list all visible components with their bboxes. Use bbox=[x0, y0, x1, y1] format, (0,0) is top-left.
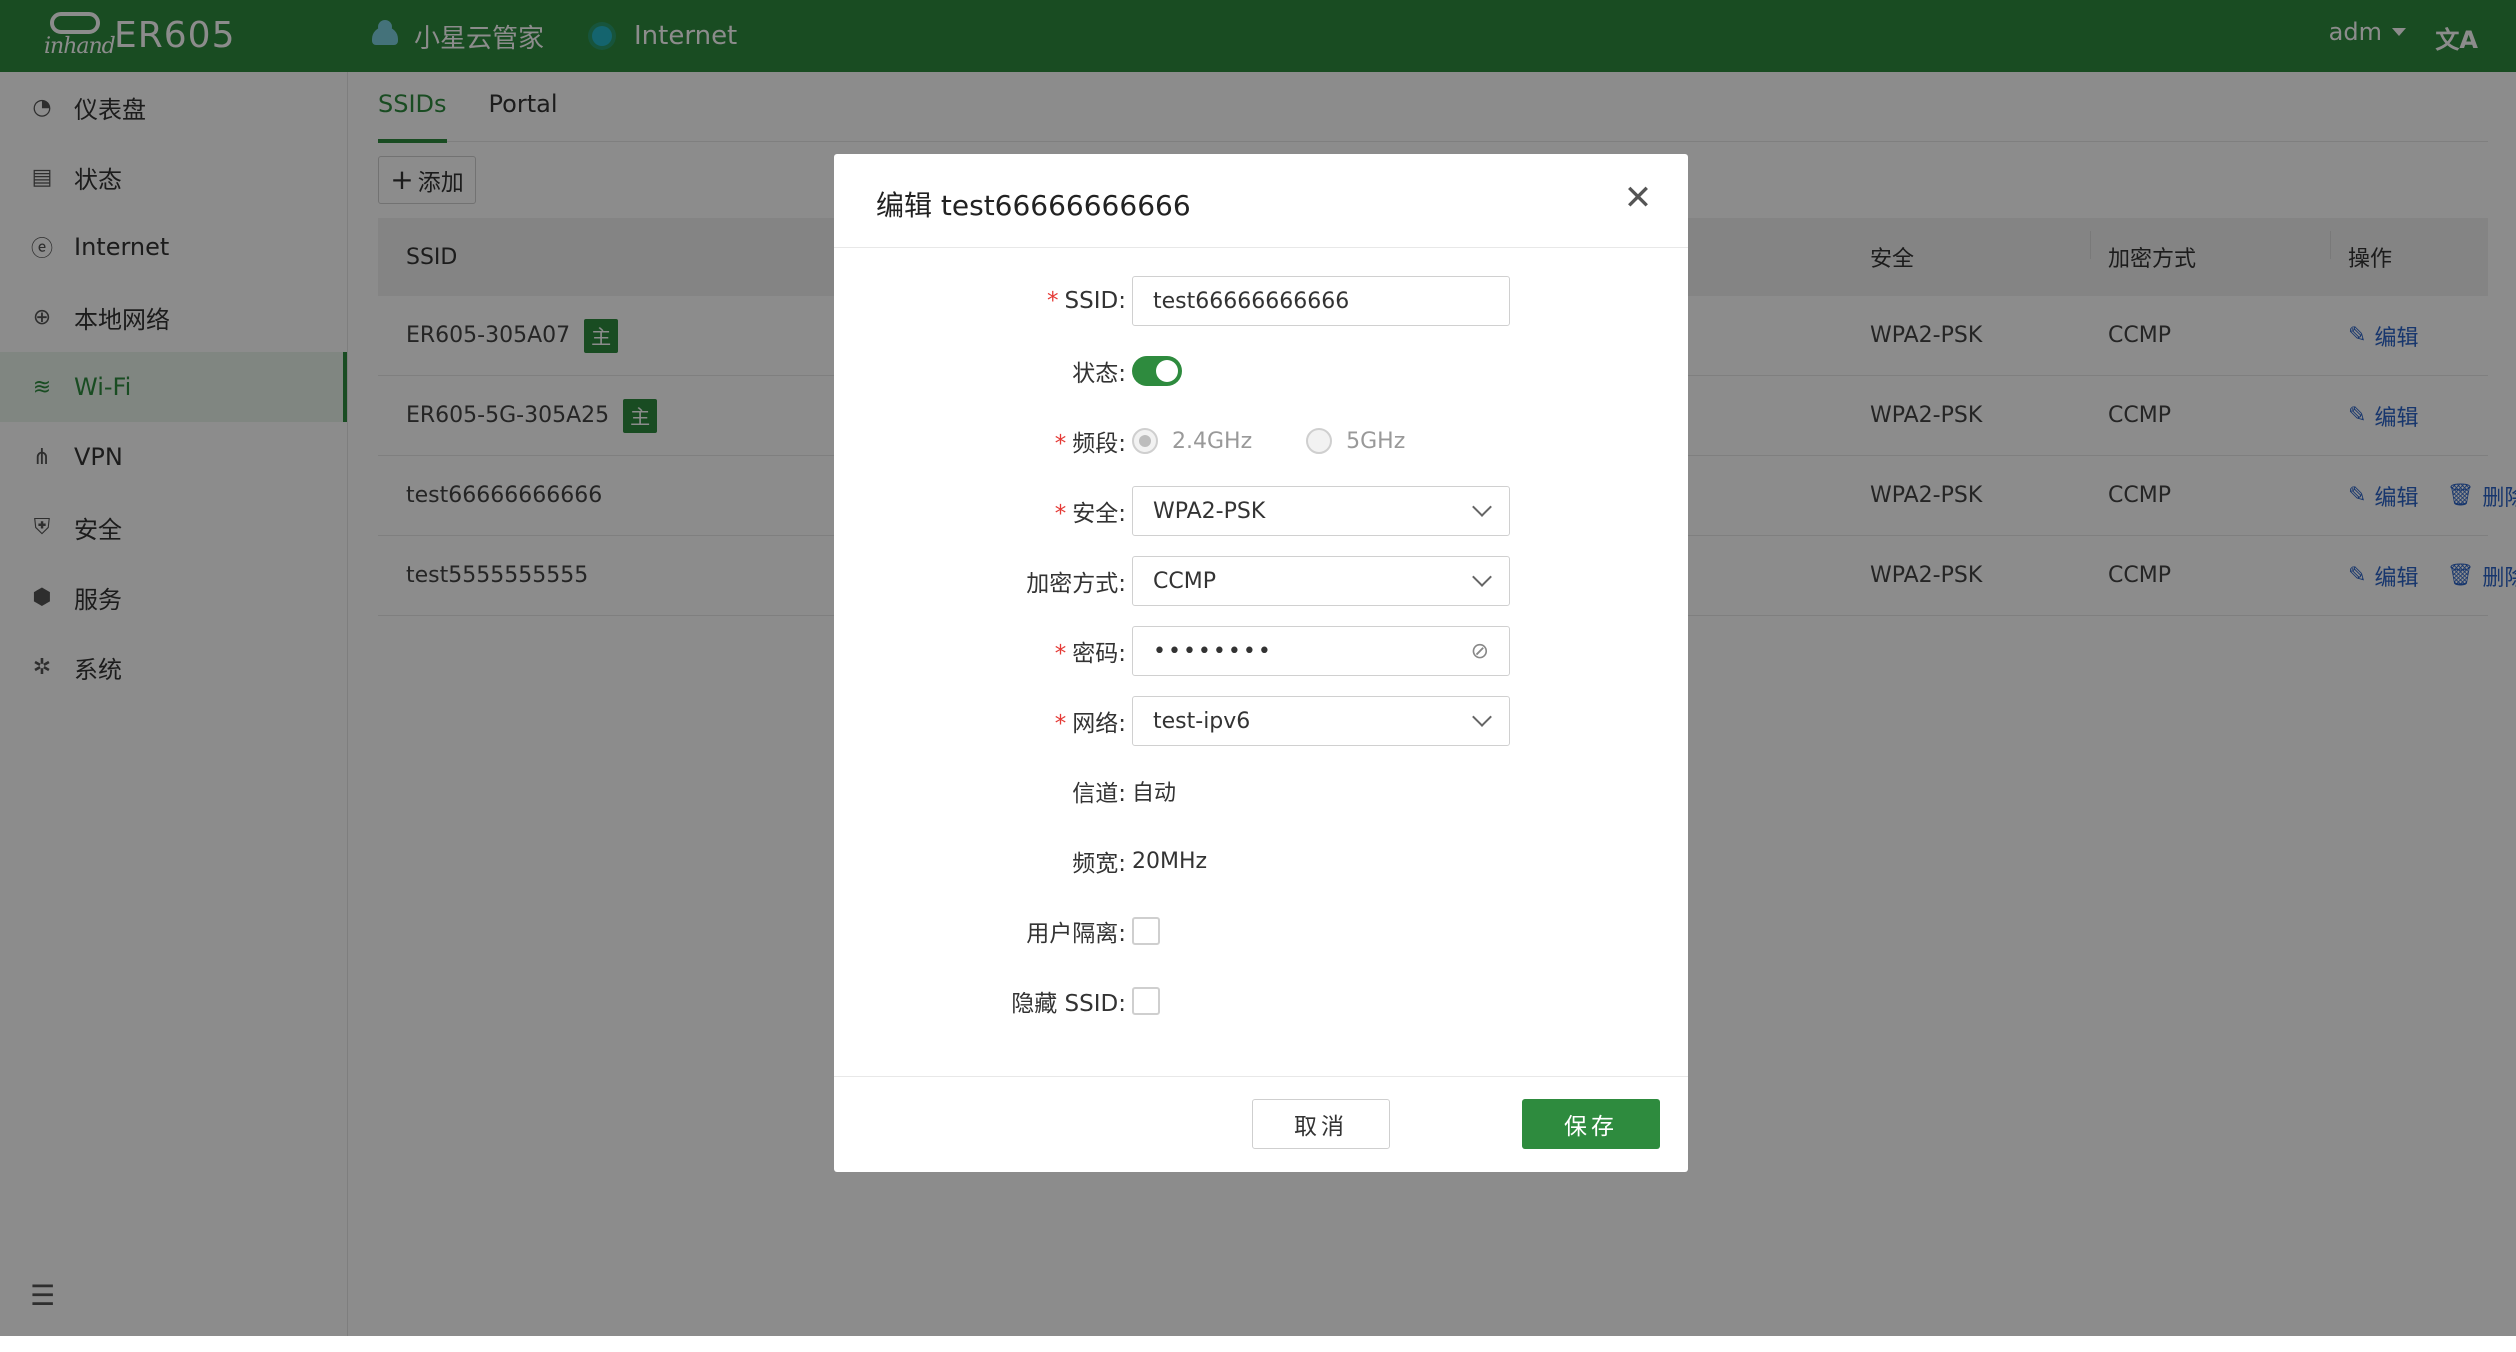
form-row-bandwidth: 频宽: 20MHz bbox=[834, 836, 1688, 886]
band-radio-5g[interactable] bbox=[1306, 428, 1333, 454]
required-mark: * bbox=[1054, 431, 1067, 457]
encryption-label: 加密方式: bbox=[1026, 571, 1126, 597]
form-row-status: 状态: bbox=[834, 346, 1688, 396]
required-mark: * bbox=[1054, 711, 1067, 737]
password-label: 密码: bbox=[1072, 641, 1126, 667]
cancel-button[interactable]: 取消 bbox=[1252, 1099, 1390, 1149]
chevron-down-icon bbox=[1472, 707, 1492, 727]
form-row-channel: 信道: 自动 bbox=[834, 766, 1688, 816]
form-row-band: * 频段: 2.4GHz 5GHz bbox=[834, 416, 1688, 466]
status-label: 状态: bbox=[1072, 361, 1126, 387]
form-row-ssid: * SSID: test66666666666 bbox=[834, 276, 1688, 326]
channel-value: 自动 bbox=[1132, 781, 1177, 806]
chevron-down-icon bbox=[1472, 567, 1492, 587]
hide-ssid-label: 隐藏 SSID: bbox=[1011, 991, 1126, 1017]
isolation-checkbox[interactable] bbox=[1132, 917, 1160, 945]
bandwidth-value: 20MHz bbox=[1132, 848, 1208, 874]
network-select[interactable]: test-ipv6 bbox=[1132, 696, 1510, 746]
security-select[interactable]: WPA2-PSK bbox=[1132, 486, 1510, 536]
network-label: 网络: bbox=[1072, 711, 1126, 737]
status-toggle[interactable] bbox=[1132, 356, 1182, 386]
channel-label: 信道: bbox=[1072, 781, 1126, 807]
band-label: 频段: bbox=[1072, 431, 1126, 457]
form-row-security: * 安全: WPA2-PSK bbox=[834, 486, 1688, 536]
password-value: •••••••• bbox=[1153, 638, 1273, 664]
eye-invisible-icon[interactable]: ⊘ bbox=[1471, 639, 1489, 664]
bottom-strip bbox=[0, 1336, 2516, 1352]
security-label: 安全: bbox=[1072, 501, 1126, 527]
close-icon[interactable]: ✕ bbox=[1620, 180, 1656, 216]
form-row-network: * 网络: test-ipv6 bbox=[834, 696, 1688, 746]
form-row-isolation: 用户隔离: bbox=[834, 906, 1688, 956]
encryption-value: CCMP bbox=[1153, 568, 1216, 594]
isolation-label: 用户隔离: bbox=[1026, 921, 1126, 947]
hide-ssid-checkbox[interactable] bbox=[1132, 987, 1160, 1015]
required-mark: * bbox=[1047, 288, 1059, 314]
edit-ssid-modal: 编辑 test66666666666 ✕ * SSID: test66666666… bbox=[834, 154, 1688, 1172]
modal-title: 编辑 test66666666666 bbox=[876, 189, 1191, 222]
save-button[interactable]: 保存 bbox=[1522, 1099, 1660, 1149]
ssid-label: SSID: bbox=[1064, 288, 1126, 314]
required-mark: * bbox=[1054, 501, 1067, 527]
modal-footer: 取消 保存 bbox=[834, 1076, 1688, 1172]
band-radio-5g-label: 5GHz bbox=[1346, 428, 1406, 454]
modal-header: 编辑 test66666666666 ✕ bbox=[834, 154, 1688, 248]
form-row-password: * 密码: •••••••• ⊘ bbox=[834, 626, 1688, 676]
chevron-down-icon bbox=[1472, 497, 1492, 517]
band-radio-2g-label: 2.4GHz bbox=[1172, 428, 1253, 454]
form-row-encryption: 加密方式: CCMP bbox=[834, 556, 1688, 606]
form-row-hide-ssid: 隐藏 SSID: bbox=[834, 976, 1688, 1026]
security-value: WPA2-PSK bbox=[1153, 498, 1266, 524]
bandwidth-label: 频宽: bbox=[1072, 851, 1126, 877]
band-radio-2g[interactable] bbox=[1132, 428, 1158, 454]
required-mark: * bbox=[1054, 641, 1067, 667]
network-value: test-ipv6 bbox=[1153, 708, 1251, 734]
encryption-select[interactable]: CCMP bbox=[1132, 556, 1510, 606]
password-input[interactable]: •••••••• ⊘ bbox=[1132, 626, 1510, 676]
ssid-input[interactable]: test66666666666 bbox=[1132, 276, 1510, 326]
